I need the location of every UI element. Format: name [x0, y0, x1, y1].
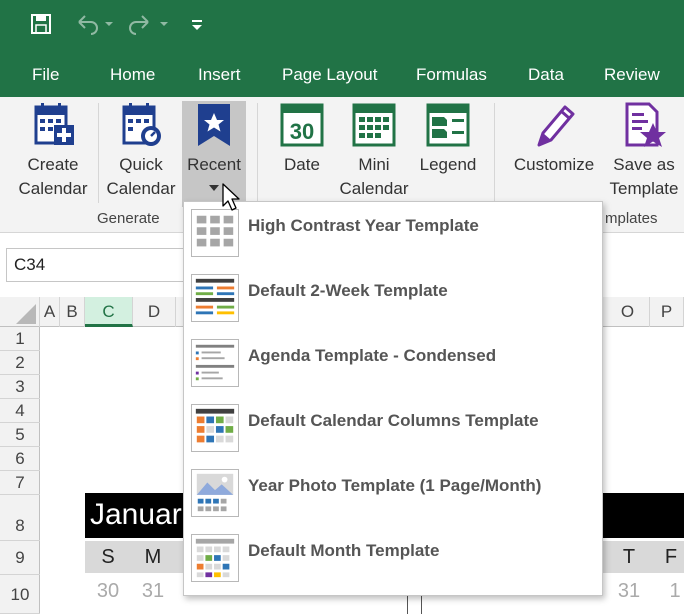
quick-calendar-icon — [122, 103, 161, 146]
tab-formulas[interactable]: Formulas — [416, 62, 487, 88]
create-calendar-label-1: Create — [27, 155, 79, 174]
group-label-generate: Generate — [97, 210, 160, 227]
create-calendar-icon — [34, 103, 74, 145]
mouse-cursor-icon — [222, 183, 240, 211]
row-header-1[interactable]: 1 — [0, 327, 40, 351]
legend-icon — [426, 103, 470, 147]
template-item-year-photo[interactable]: Year Photo Template (1 Page/Month) — [184, 464, 602, 529]
column-header-a[interactable]: A — [40, 297, 60, 327]
quick-calendar-label-1: Quick — [119, 155, 163, 174]
template-item-default-2-week[interactable]: Default 2-Week Template — [184, 269, 602, 334]
template-item-label: Default 2-Week Template — [248, 281, 448, 300]
day-number: 30 — [96, 580, 120, 602]
tab-data[interactable]: Data — [528, 62, 564, 88]
day-number: 1 — [669, 580, 681, 602]
tab-page-layout[interactable]: Page Layout — [282, 62, 377, 88]
mini-calendar-label-1: Mini — [358, 155, 390, 174]
template-item-calendar-columns[interactable]: Default Calendar Columns Template — [184, 399, 602, 464]
title-bar: File Home Insert Page Layout Formulas Da… — [0, 0, 684, 97]
ribbon-divider — [98, 103, 99, 203]
row-header-9[interactable]: 9 — [0, 541, 40, 575]
pencil-icon — [537, 105, 575, 147]
tab-review[interactable]: Review — [604, 62, 660, 88]
row-header-5[interactable]: 5 — [0, 423, 40, 447]
row-header-2[interactable]: 2 — [0, 351, 40, 375]
quick-calendar-label-2: Calendar — [106, 179, 176, 198]
template-item-label: High Contrast Year Template — [248, 216, 479, 235]
legend-button[interactable]: Legend — [416, 101, 480, 205]
mini-calendar-label-2: Calendar — [339, 179, 409, 198]
row-headers: 1 2 3 4 5 6 7 8 9 10 — [0, 327, 40, 614]
photo-calendar-icon — [191, 469, 239, 517]
quick-calendar-button[interactable]: Quick Calendar — [102, 101, 180, 205]
template-item-label: Year Photo Template (1 Page/Month) — [248, 476, 542, 495]
column-header-p[interactable]: P — [650, 297, 684, 327]
template-item-label: Default Month Template — [248, 541, 440, 560]
recent-bookmark-icon — [198, 104, 230, 146]
template-item-label: Agenda Template - Condensed — [248, 346, 497, 365]
column-header-b[interactable]: B — [60, 297, 85, 327]
save-icon[interactable] — [30, 10, 52, 38]
year-grid-icon — [191, 209, 239, 257]
dow-cell: T — [622, 546, 636, 568]
tab-insert[interactable]: Insert — [198, 62, 241, 88]
column-header-o[interactable]: O — [606, 297, 650, 327]
agenda-icon — [191, 339, 239, 387]
row-header-4[interactable]: 4 — [0, 399, 40, 423]
tab-file[interactable]: File — [32, 62, 59, 88]
row-header-10[interactable]: 10 — [0, 575, 40, 614]
month-title: Januar — [90, 498, 182, 531]
mini-calendar-button[interactable]: Mini Calendar — [338, 101, 410, 205]
two-week-icon — [191, 274, 239, 322]
date-icon: 30 — [280, 103, 324, 147]
mini-calendar-icon — [352, 103, 396, 147]
template-item-high-contrast-year[interactable]: High Contrast Year Template — [184, 204, 602, 269]
customize-label: Customize — [513, 155, 595, 174]
undo-icon[interactable] — [75, 10, 113, 38]
recent-label: Recent — [187, 155, 241, 174]
day-number: 31 — [141, 580, 165, 602]
month-grid-icon — [191, 534, 239, 582]
row-header-6[interactable]: 6 — [0, 447, 40, 471]
column-header-d[interactable]: D — [133, 297, 176, 327]
dow-cell: S — [101, 546, 115, 568]
template-item-label: Default Calendar Columns Template — [248, 411, 539, 430]
tab-home[interactable]: Home — [110, 62, 155, 88]
date-button[interactable]: 30 Date — [272, 101, 332, 205]
name-box[interactable]: C34 — [6, 248, 196, 282]
column-header-c[interactable]: C — [85, 297, 133, 327]
create-calendar-button[interactable]: Create Calendar — [14, 101, 92, 205]
date-label: Date — [284, 155, 320, 174]
legend-label: Legend — [419, 155, 477, 174]
group-label-templates: mplates — [605, 210, 658, 227]
row-header-3[interactable]: 3 — [0, 375, 40, 399]
dow-cell: M — [144, 546, 162, 568]
recent-templates-dropdown: High Contrast Year Template Default 2-We… — [183, 201, 603, 596]
redo-icon[interactable] — [128, 10, 172, 38]
template-item-default-month[interactable]: Default Month Template — [184, 529, 602, 594]
row-header-7[interactable]: 7 — [0, 471, 40, 495]
day-number: 31 — [617, 580, 641, 602]
save-as-template-button[interactable]: Save as Template — [604, 101, 684, 205]
row-header-8[interactable]: 8 — [0, 495, 40, 541]
save-template-icon — [625, 102, 666, 147]
create-calendar-label-2: Calendar — [18, 179, 88, 198]
template-item-agenda-condensed[interactable]: Agenda Template - Condensed — [184, 334, 602, 399]
customize-qat-icon[interactable] — [190, 10, 204, 38]
save-as-template-label-2: Template — [609, 179, 679, 198]
save-as-template-label-1: Save as — [613, 155, 675, 174]
customize-button[interactable]: Customize — [508, 101, 600, 205]
dow-cell: F — [664, 546, 678, 568]
date-icon-text: 30 — [290, 119, 314, 144]
calendar-columns-icon — [191, 404, 239, 452]
select-all-corner[interactable] — [0, 297, 40, 327]
